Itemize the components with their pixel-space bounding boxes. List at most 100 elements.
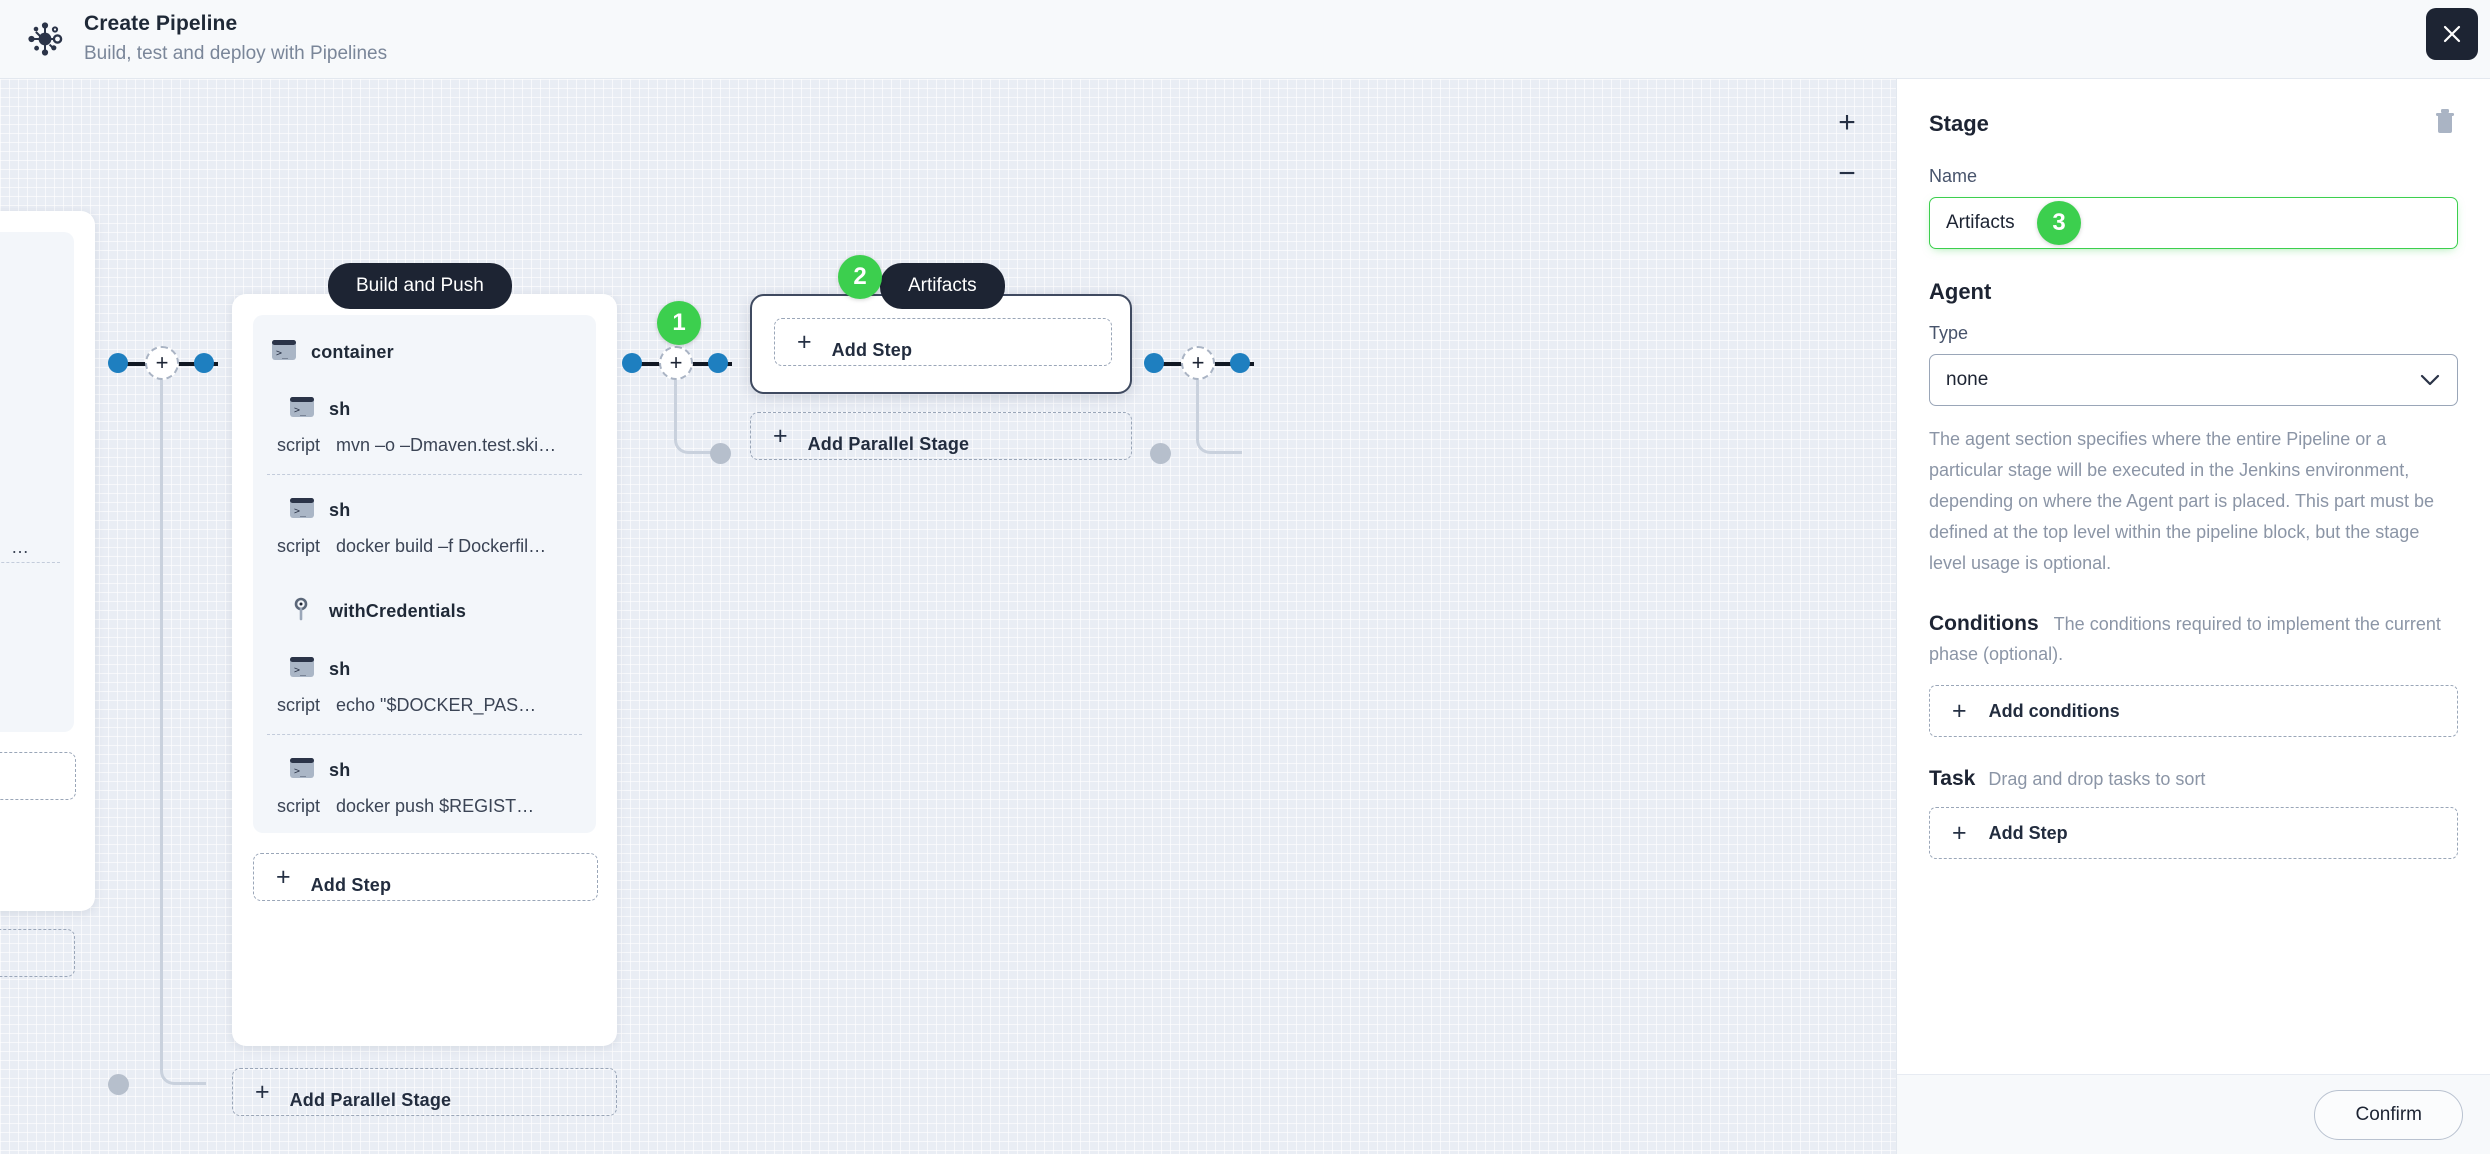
- step-row[interactable]: >_ sh: [253, 374, 596, 431]
- stage-card-build-and-push[interactable]: >_ container >_ sh script mvn –o –Dmaven…: [232, 294, 617, 1046]
- parallel-branch-line: [1196, 379, 1242, 454]
- confirm-button[interactable]: Confirm: [2314, 1089, 2463, 1140]
- add-step-button-partial[interactable]: +: [0, 752, 76, 800]
- page-title: Create Pipeline: [84, 12, 238, 36]
- steps-container: >_ container >_ sh script mvn –o –Dmaven…: [253, 315, 596, 833]
- trash-icon[interactable]: [2432, 107, 2458, 140]
- add-conditions-button[interactable]: + Add conditions: [1929, 685, 2458, 738]
- add-parallel-stage-button-artifacts[interactable]: + Add Parallel Stage: [750, 412, 1132, 460]
- plus-icon: +: [1952, 696, 1967, 725]
- pipeline-canvas[interactable]: + − … + + + Build and Push: [0, 79, 1896, 1154]
- add-parallel-stage-label: Add Parallel Stage: [807, 433, 970, 454]
- plus-icon: +: [1952, 818, 1967, 847]
- panel-title: Stage: [1929, 110, 1989, 136]
- terminal-icon: >_: [271, 339, 297, 366]
- add-step-label: Add Step: [310, 874, 392, 895]
- plus-icon: +: [276, 862, 291, 891]
- script-value: echo "$DOCKER_PAS…: [336, 695, 537, 715]
- conditions-section: Conditions The conditions required to im…: [1929, 607, 2458, 669]
- step-row[interactable]: >_ sh: [253, 475, 596, 532]
- zoom-controls: + −: [1828, 104, 1866, 193]
- agent-type-value: none: [1946, 369, 1989, 390]
- svg-text:>_: >_: [276, 348, 289, 359]
- add-step-button-artifacts[interactable]: + Add Step: [774, 318, 1112, 366]
- task-heading: Task: [1929, 767, 1976, 791]
- connector-dot-left: [622, 353, 642, 373]
- add-parallel-stage-button-build-and-push[interactable]: + Add Parallel Stage: [232, 1068, 617, 1116]
- parallel-branch-dot: [108, 1074, 129, 1095]
- step-row[interactable]: >_ container: [253, 329, 596, 374]
- zoom-out-button[interactable]: −: [1828, 155, 1866, 193]
- step-name: sh: [329, 760, 351, 780]
- script-value: docker push $REGIST…: [336, 796, 535, 816]
- close-button[interactable]: [2426, 8, 2478, 60]
- step-name: sh: [329, 399, 351, 419]
- terminal-icon: >_: [289, 497, 315, 524]
- add-parallel-stage-label: Add Parallel Stage: [289, 1089, 452, 1110]
- connector-dot-right: [194, 353, 214, 373]
- zoom-in-button[interactable]: +: [1828, 104, 1866, 142]
- svg-text:>_: >_: [294, 405, 307, 416]
- svg-text:>_: >_: [294, 506, 307, 517]
- agent-help-text: The agent section specifies where the en…: [1929, 429, 2434, 573]
- terminal-icon: >_: [289, 656, 315, 683]
- stage-label-artifacts[interactable]: Artifacts: [880, 263, 1005, 309]
- script-value: docker build –f Dockerfil…: [336, 536, 547, 556]
- annotation-badge-3: 3: [2037, 201, 2081, 245]
- stage-card-partial[interactable]: … +: [0, 211, 95, 911]
- close-icon: [2443, 25, 2461, 43]
- stage-label-build-and-push[interactable]: Build and Push: [328, 263, 512, 309]
- connector-dot-left: [1144, 353, 1164, 373]
- add-conditions-label: Add conditions: [1988, 700, 2120, 721]
- add-stage-node-3[interactable]: +: [1181, 346, 1215, 380]
- add-parallel-stage-button-partial[interactable]: +: [0, 929, 75, 977]
- script-key: script: [277, 796, 321, 816]
- svg-text:>_: >_: [294, 665, 307, 676]
- terminal-icon: >_: [289, 396, 315, 423]
- step-row[interactable]: >_ sh: [253, 634, 596, 691]
- step-name: container: [311, 342, 394, 362]
- step-name: sh: [329, 500, 351, 520]
- plus-icon: +: [797, 327, 812, 356]
- step-script-row: script echo "$DOCKER_PAS…: [253, 691, 596, 734]
- script-key: script: [277, 695, 321, 715]
- stage-settings-panel: Stage Name 3 Agent Type none: [1896, 79, 2490, 1154]
- script-key: script: [277, 536, 321, 556]
- name-field-label: Name: [1929, 166, 1978, 186]
- terminal-icon: >_: [289, 757, 315, 784]
- step-row[interactable]: withCredentials: [253, 575, 596, 634]
- plus-icon: +: [255, 1077, 270, 1106]
- jenkins-pipeline-icon: [22, 16, 68, 62]
- step-name: withCredentials: [329, 601, 467, 621]
- step-script-row: script docker push $REGIST…: [253, 792, 596, 827]
- agent-type-select[interactable]: none: [1929, 354, 2458, 406]
- task-section: Task Drag and drop tasks to sort: [1929, 767, 2458, 791]
- step-row[interactable]: >_ sh: [253, 735, 596, 792]
- add-step-button-build-and-push[interactable]: + Add Step: [253, 853, 598, 901]
- connector-dot-left: [108, 353, 128, 373]
- step-name: sh: [329, 659, 351, 679]
- script-key: script: [277, 435, 321, 455]
- connector-dot-right: [1230, 353, 1250, 373]
- step-script-row: script mvn –o –Dmaven.test.ski…: [253, 431, 596, 474]
- svg-text:>_: >_: [294, 766, 307, 777]
- stage-name-input[interactable]: [1929, 197, 2458, 249]
- add-step-button-panel[interactable]: + Add Step: [1929, 807, 2458, 860]
- task-help-text: Drag and drop tasks to sort: [1988, 769, 2206, 790]
- type-field-label: Type: [1929, 323, 1969, 343]
- parallel-branch-dot: [710, 443, 731, 464]
- parallel-branch-dot: [1150, 443, 1171, 464]
- plus-icon: +: [773, 421, 788, 450]
- add-stage-node-2[interactable]: +: [659, 346, 693, 380]
- parallel-branch-line: [674, 379, 720, 454]
- add-step-label: Add Step: [1988, 822, 2068, 843]
- stage-card-artifacts[interactable]: + Add Step: [750, 294, 1132, 394]
- add-stage-node-1[interactable]: +: [145, 346, 179, 380]
- conditions-heading: Conditions: [1929, 611, 2039, 635]
- script-value: mvn –o –Dmaven.test.ski…: [336, 435, 557, 455]
- app-header: Create Pipeline Build, test and deploy w…: [0, 0, 2490, 79]
- step-script-row: script docker build –f Dockerfil…: [253, 532, 596, 575]
- page-subtitle: Build, test and deploy with Pipelines: [84, 43, 388, 65]
- connector-dot-right: [708, 353, 728, 373]
- agent-section-heading: Agent: [1929, 279, 1992, 304]
